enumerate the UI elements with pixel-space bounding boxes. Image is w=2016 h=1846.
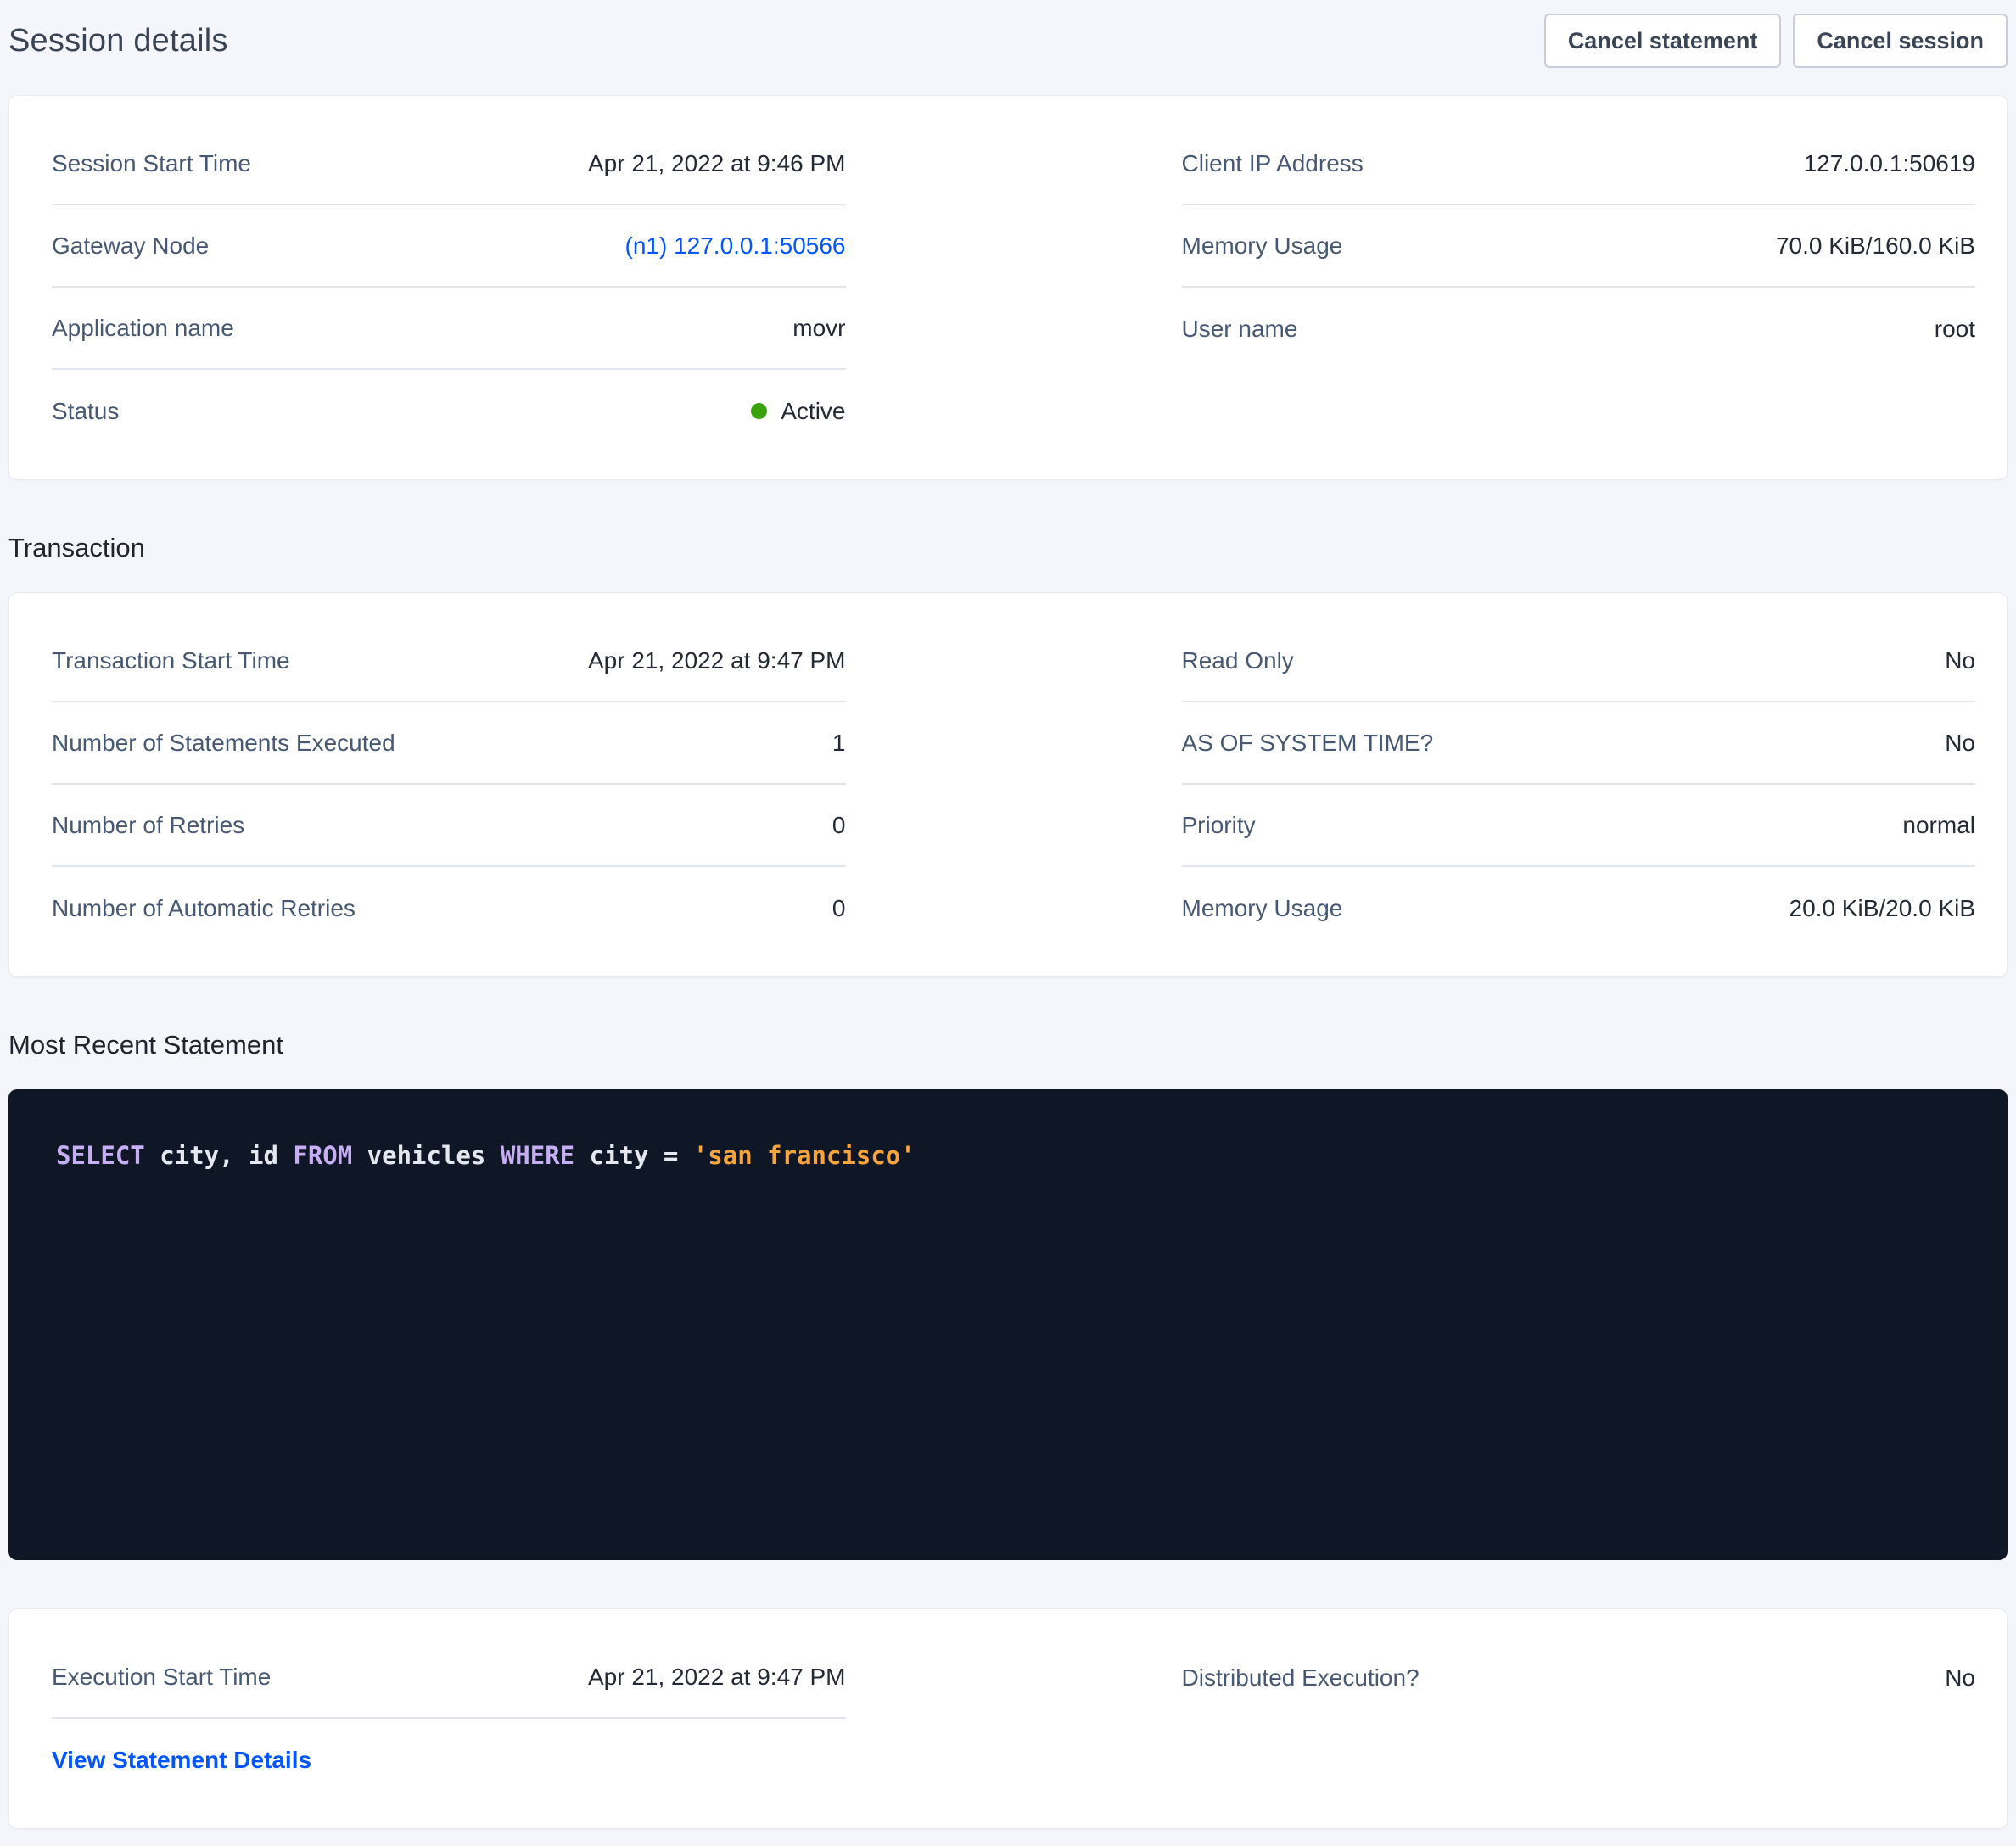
transaction-memory-usage-label: Memory Usage (1182, 895, 1343, 922)
priority-value: normal (1902, 812, 1975, 839)
distributed-execution-value: No (1945, 1664, 1975, 1692)
as-of-system-time-label: AS OF SYSTEM TIME? (1182, 730, 1434, 757)
session-start-time-label: Session Start Time (52, 150, 251, 177)
user-name-label: User name (1182, 316, 1298, 343)
session-start-time-value: Apr 21, 2022 at 9:46 PM (588, 150, 846, 177)
row-as-of-system-time: AS OF SYSTEM TIME? No (1182, 702, 1976, 785)
row-application-name: Application name movr (52, 288, 846, 370)
sql-columns: city, id (145, 1141, 294, 1170)
statements-executed-value: 1 (832, 730, 846, 757)
row-transaction-memory-usage: Memory Usage 20.0 KiB/20.0 KiB (1182, 867, 1976, 949)
status-badge: Active (781, 398, 845, 425)
row-transaction-start-time: Transaction Start Time Apr 21, 2022 at 9… (52, 620, 846, 702)
row-statements-executed: Number of Statements Executed 1 (52, 702, 846, 785)
status-active-dot (751, 403, 767, 419)
page-header: Session details Cancel statement Cancel … (8, 14, 2008, 68)
session-memory-usage-value: 70.0 KiB/160.0 KiB (1776, 232, 1975, 260)
execution-start-time-label: Execution Start Time (52, 1664, 271, 1691)
transaction-memory-usage-value: 20.0 KiB/20.0 KiB (1789, 895, 1975, 922)
row-distributed-execution: Distributed Execution? No (1182, 1636, 1976, 1719)
distributed-execution-label: Distributed Execution? (1182, 1664, 1420, 1692)
sql-keyword-select: SELECT (56, 1141, 145, 1170)
session-summary-grid: Session Start Time Apr 21, 2022 at 9:46 … (9, 96, 2007, 479)
sql-string-literal: 'san francisco' (693, 1141, 916, 1170)
session-summary-right-column: Client IP Address 127.0.0.1:50619 Memory… (1182, 123, 1976, 452)
transaction-start-time-label: Transaction Start Time (52, 647, 290, 674)
gateway-node-link[interactable]: (n1) 127.0.0.1:50566 (625, 232, 846, 260)
application-name-value: movr (792, 315, 845, 342)
row-view-statement-details: View Statement Details (52, 1719, 846, 1801)
session-memory-usage-label: Memory Usage (1182, 232, 1343, 260)
automatic-retries-value: 0 (832, 895, 846, 922)
execution-start-time-value: Apr 21, 2022 at 9:47 PM (588, 1664, 846, 1691)
row-session-start-time: Session Start Time Apr 21, 2022 at 9:46 … (52, 123, 846, 205)
execution-card: Execution Start Time Apr 21, 2022 at 9:4… (8, 1608, 2008, 1829)
row-execution-start-time: Execution Start Time Apr 21, 2022 at 9:4… (52, 1636, 846, 1719)
row-user-name: User name root (1182, 288, 1976, 370)
row-session-memory-usage: Memory Usage 70.0 KiB/160.0 KiB (1182, 205, 1976, 288)
row-read-only: Read Only No (1182, 620, 1976, 702)
status-value: Active (751, 398, 845, 425)
statements-executed-label: Number of Statements Executed (52, 730, 395, 757)
session-details-page: Session details Cancel statement Cancel … (0, 0, 2016, 1844)
most-recent-statement-heading: Most Recent Statement (8, 1030, 2008, 1060)
priority-label: Priority (1182, 812, 1256, 839)
execution-grid: Execution Start Time Apr 21, 2022 at 9:4… (9, 1609, 2007, 1828)
session-summary-left-column: Session Start Time Apr 21, 2022 at 9:46 … (52, 123, 846, 452)
sql-condition: city = (574, 1141, 693, 1170)
row-gateway-node: Gateway Node (n1) 127.0.0.1:50566 (52, 205, 846, 288)
number-of-retries-label: Number of Retries (52, 812, 244, 839)
row-priority: Priority normal (1182, 785, 1976, 867)
client-ip-address-label: Client IP Address (1182, 150, 1364, 177)
transaction-left-column: Transaction Start Time Apr 21, 2022 at 9… (52, 620, 846, 949)
header-actions: Cancel statement Cancel session (1544, 14, 2008, 68)
view-statement-details-link[interactable]: View Statement Details (52, 1747, 311, 1774)
user-name-value: root (1935, 316, 1975, 343)
transaction-card: Transaction Start Time Apr 21, 2022 at 9… (8, 592, 2008, 977)
sql-statement: SELECT city, id FROM vehicles WHERE city… (56, 1138, 1974, 1173)
transaction-section-heading: Transaction (8, 533, 2008, 563)
gateway-node-label: Gateway Node (52, 232, 209, 260)
session-summary-card: Session Start Time Apr 21, 2022 at 9:46 … (8, 95, 2008, 480)
row-number-of-retries: Number of Retries 0 (52, 785, 846, 867)
row-status: Status Active (52, 370, 846, 452)
as-of-system-time-value: No (1945, 730, 1975, 757)
row-client-ip-address: Client IP Address 127.0.0.1:50619 (1182, 123, 1976, 205)
status-label: Status (52, 398, 119, 425)
read-only-label: Read Only (1182, 647, 1294, 674)
execution-right-column: Distributed Execution? No (1182, 1636, 1976, 1801)
number-of-retries-value: 0 (832, 812, 846, 839)
read-only-value: No (1945, 647, 1975, 674)
transaction-start-time-value: Apr 21, 2022 at 9:47 PM (588, 647, 846, 674)
sql-keyword-where: WHERE (501, 1141, 574, 1170)
sql-keyword-from: FROM (293, 1141, 352, 1170)
sql-code-block: SELECT city, id FROM vehicles WHERE city… (8, 1089, 2008, 1560)
cancel-statement-button[interactable]: Cancel statement (1544, 14, 1782, 68)
sql-table-name: vehicles (352, 1141, 501, 1170)
cancel-session-button[interactable]: Cancel session (1793, 14, 2008, 68)
transaction-right-column: Read Only No AS OF SYSTEM TIME? No Prior… (1182, 620, 1976, 949)
automatic-retries-label: Number of Automatic Retries (52, 895, 356, 922)
row-automatic-retries: Number of Automatic Retries 0 (52, 867, 846, 949)
transaction-grid: Transaction Start Time Apr 21, 2022 at 9… (9, 593, 2007, 976)
page-title: Session details (8, 23, 228, 59)
client-ip-address-value: 127.0.0.1:50619 (1804, 150, 1975, 177)
execution-left-column: Execution Start Time Apr 21, 2022 at 9:4… (52, 1636, 846, 1801)
application-name-label: Application name (52, 315, 234, 342)
